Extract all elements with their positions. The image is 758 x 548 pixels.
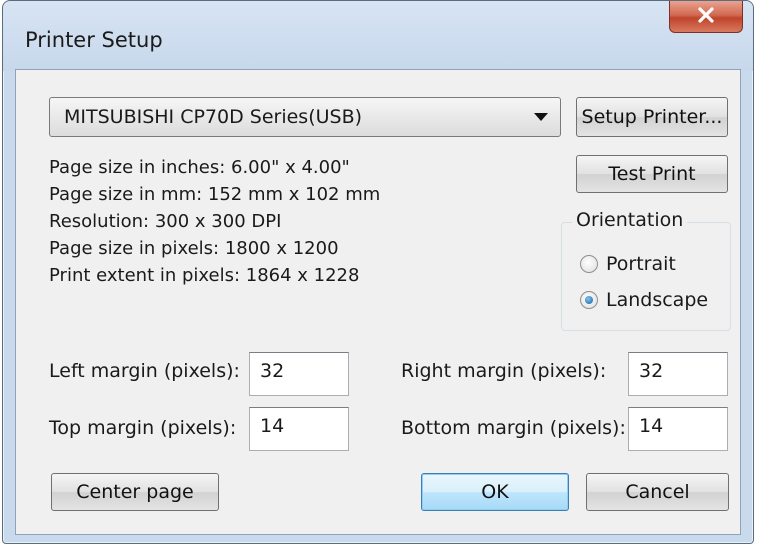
printer-select[interactable]: MITSUBISHI CP70D Series(USB) — [49, 97, 561, 137]
page-info: Page size in inches: 6.00" x 4.00" Page … — [49, 154, 380, 289]
left-margin-input[interactable]: 32 — [249, 352, 349, 396]
radio-selected-dot — [585, 296, 593, 304]
page-size-inches: Page size in inches: 6.00" x 4.00" — [49, 157, 350, 178]
landscape-radio[interactable] — [580, 291, 598, 309]
top-margin-input[interactable]: 14 — [249, 407, 349, 451]
dialog-body: MITSUBISHI CP70D Series(USB) Setup Print… — [15, 69, 741, 535]
right-margin-input[interactable]: 32 — [628, 352, 728, 396]
bottom-margin-label: Bottom margin (pixels): — [401, 417, 626, 439]
chevron-down-icon — [534, 113, 548, 121]
top-margin-label: Top margin (pixels): — [49, 417, 237, 439]
right-margin-label: Right margin (pixels): — [401, 360, 607, 382]
printer-select-value: MITSUBISHI CP70D Series(USB) — [64, 106, 363, 128]
printer-setup-window: Printer Setup MITSUBISHI CP70D Series(US… — [2, 0, 754, 544]
close-icon — [696, 6, 716, 28]
page-size-pixels: Page size in pixels: 1800 x 1200 — [49, 238, 339, 259]
window-title: Printer Setup — [25, 28, 163, 52]
bottom-margin-input[interactable]: 14 — [628, 407, 728, 451]
resolution: Resolution: 300 x 300 DPI — [49, 211, 282, 232]
close-button[interactable] — [669, 1, 743, 33]
title-bar[interactable]: Printer Setup — [3, 1, 753, 71]
portrait-option[interactable]: Portrait — [580, 253, 676, 275]
orientation-legend: Orientation — [572, 209, 688, 231]
page-size-mm: Page size in mm: 152 mm x 102 mm — [49, 184, 381, 205]
portrait-label: Portrait — [606, 253, 676, 275]
print-extent-pixels: Print extent in pixels: 1864 x 1228 — [49, 265, 360, 286]
setup-printer-button[interactable]: Setup Printer... — [576, 97, 728, 137]
left-margin-label: Left margin (pixels): — [49, 360, 240, 382]
cancel-button[interactable]: Cancel — [586, 473, 729, 511]
ok-button[interactable]: OK — [421, 473, 569, 511]
landscape-label: Landscape — [606, 289, 709, 311]
center-page-button[interactable]: Center page — [51, 473, 219, 511]
portrait-radio[interactable] — [580, 255, 598, 273]
landscape-option[interactable]: Landscape — [580, 289, 708, 311]
orientation-group: Orientation Portrait Landscape — [561, 209, 731, 331]
test-print-button[interactable]: Test Print — [576, 155, 728, 193]
